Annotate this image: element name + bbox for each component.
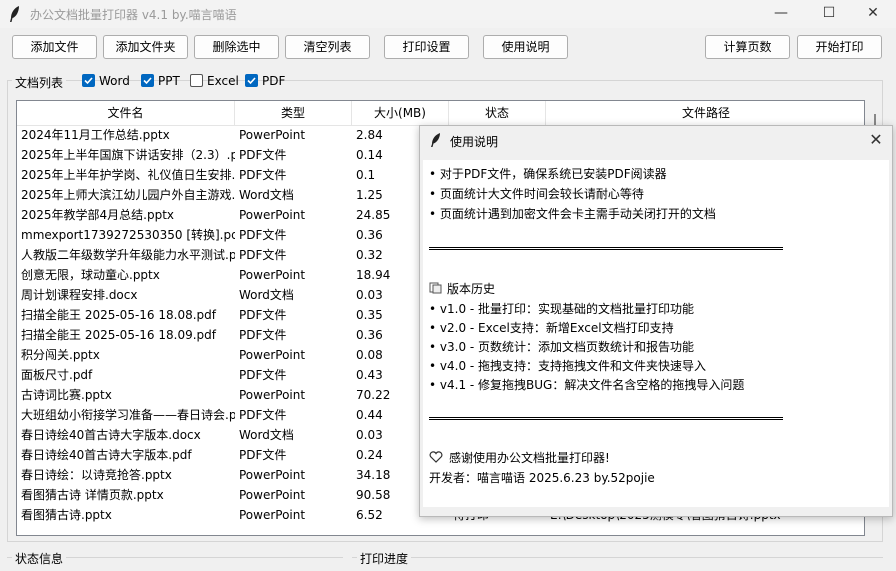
thanks-line: 感谢使用办公文档批量打印器! [429, 449, 610, 466]
cell-type: PowerPoint [239, 488, 306, 502]
cell-type: PDF文件 [239, 228, 287, 242]
checkmark-icon [143, 77, 152, 85]
cell-filename: 春日诗绘40首古诗大字版本.pdf [21, 448, 192, 462]
cell-filename: 大班组幼小衔接学习准备——春日诗会.pdf [21, 408, 235, 422]
excel-filter-label: Excel [207, 74, 239, 88]
column-header-path[interactable]: 文件路径 [546, 101, 864, 125]
start-print-button[interactable]: 开始打印 [797, 35, 882, 59]
history-line: • v2.0 - Excel支持：新增Excel文档打印支持 [429, 321, 674, 335]
cell-type: PDF文件 [239, 308, 287, 322]
checkmark-icon [247, 77, 256, 85]
cell-type: Word文档 [239, 188, 294, 202]
cell-type: PDF文件 [239, 328, 287, 342]
cell-type: PDF文件 [239, 368, 287, 382]
cell-filename: mmexport1739272530350 [转换].pdf [21, 228, 235, 242]
help-text-area: • 对于PDF文件，确保系统已安装PDF阅读器 • 页面统计大文件时间会较长请耐… [423, 160, 889, 507]
cell-filename: 2025年上半年国旗下讲话安排（2.3）.pdf [21, 148, 235, 162]
cell-type: Word文档 [239, 428, 294, 442]
word-checkbox[interactable] [82, 74, 95, 87]
cell-filename: 2025年教学部4月总结.pptx [21, 208, 175, 222]
cell-type: PowerPoint [239, 208, 306, 222]
print-settings-button[interactable]: 打印设置 [384, 35, 469, 59]
cell-filename: 扫描全能王 2025-05-16 18.08.pdf [21, 308, 216, 322]
cell-type: PDF文件 [239, 148, 287, 162]
excel-checkbox[interactable] [190, 74, 203, 87]
history-line: • v1.0 - 批量打印：实现基础的文档批量打印功能 [429, 302, 695, 316]
word-filter-label: Word [99, 74, 130, 88]
add-folder-button[interactable]: 添加文件夹 [103, 35, 188, 59]
cell-filename: 扫描全能王 2025-05-16 18.09.pdf [21, 328, 216, 342]
remove-selected-button[interactable]: 删除选中 [194, 35, 279, 59]
cell-filename: 人教版二年级数学升年级能力水平测试.pdf [21, 248, 235, 262]
cell-type: PDF文件 [239, 448, 287, 462]
cell-type: Word文档 [239, 288, 294, 302]
cell-filename: 面板尺寸.pdf [21, 368, 93, 382]
tip-line: • 页面统计大文件时间会较长请耐心等待 [429, 187, 644, 201]
ppt-filter-label: PPT [158, 74, 180, 88]
history-line: • v4.1 - 修复拖拽BUG：解决文件名含空格的拖拽导入问题 [429, 378, 745, 392]
cell-filename: 积分闯关.pptx [21, 348, 100, 362]
print-progress-label: 打印进度 [357, 550, 412, 567]
cell-filename: 周计划课程安排.docx [21, 288, 138, 302]
column-header-type[interactable]: 类型 [235, 101, 352, 125]
history-heading: 版本历史 [429, 280, 495, 297]
count-pages-button[interactable]: 计算页数 [705, 35, 790, 59]
cell-type: PowerPoint [239, 128, 306, 142]
close-button[interactable]: ✕ [850, 0, 896, 28]
scroll-icon [429, 282, 442, 294]
dialog-close-button[interactable]: ✕ [864, 128, 888, 152]
help-button[interactable]: 使用说明 [483, 35, 568, 59]
cell-type: PDF文件 [239, 408, 287, 422]
thanks-text: 感谢使用办公文档批量打印器! [449, 451, 610, 465]
cell-filename: 看图猜古诗.pptx [21, 508, 112, 522]
cell-filename: 看图猜古诗 详情页款.pptx [21, 488, 164, 502]
history-line: • v3.0 - 页数统计：添加文档页数统计和报告功能 [429, 340, 695, 354]
ppt-checkbox[interactable] [141, 74, 154, 87]
cell-type: PDF文件 [239, 168, 287, 182]
heart-hands-icon [429, 451, 443, 463]
cell-filename: 古诗词比赛.pptx [21, 388, 112, 402]
cell-filename: 2025年上半年护学岗、礼仪值日生安排.pdf [21, 168, 235, 182]
divider [429, 247, 783, 250]
history-title: 版本历史 [447, 282, 496, 296]
cell-filename: 2025年上师大滨江幼儿园户外自主游戏.docx [21, 188, 235, 202]
cell-type: PowerPoint [239, 348, 306, 362]
maximize-button[interactable]: ☐ [806, 0, 852, 28]
minimize-button[interactable]: — [758, 0, 804, 28]
column-header-size[interactable]: 大小(MB) [352, 101, 449, 125]
document-list-label: 文档列表 [12, 74, 67, 91]
tip-line: • 页面统计遇到加密文件会卡主需手动关闭打开的文档 [429, 207, 716, 221]
pdf-filter-label: PDF [262, 74, 286, 88]
cell-type: PowerPoint [239, 388, 306, 402]
tip-line: • 对于PDF文件，确保系统已安装PDF阅读器 [429, 167, 667, 181]
status-info-label: 状态信息 [12, 550, 67, 567]
table-header: 文件名 类型 大小(MB) 状态 文件路径 [17, 101, 864, 126]
help-dialog: 使用说明 ✕ • 对于PDF文件，确保系统已安装PDF阅读器 • 页面统计大文件… [419, 125, 893, 517]
column-header-status[interactable]: 状态 [449, 101, 546, 125]
window-title: 办公文档批量打印器 v4.1 by.喵言喵语 [30, 8, 237, 22]
cell-type: PowerPoint [239, 508, 306, 522]
dialog-title: 使用说明 [450, 135, 499, 149]
cell-type: PowerPoint [239, 268, 306, 282]
cell-filename: 创意无限，球动童心.pptx [21, 268, 160, 282]
cell-filename: 春日诗绘40首古诗大字版本.docx [21, 428, 201, 442]
cell-type: PowerPoint [239, 468, 306, 482]
feather-icon [10, 6, 19, 22]
pdf-checkbox[interactable] [245, 74, 258, 87]
feather-icon [431, 133, 440, 147]
cell-type: PDF文件 [239, 248, 287, 262]
title-bar: 办公文档批量打印器 v4.1 by.喵言喵语 — ☐ ✕ [0, 0, 896, 28]
developer-line: 开发者：喵言喵语 2025.6.23 by.52pojie [429, 471, 655, 485]
column-header-filename[interactable]: 文件名 [17, 101, 235, 125]
divider [429, 417, 783, 420]
cell-filename: 2024年11月工作总结.pptx [21, 128, 170, 142]
clear-list-button[interactable]: 清空列表 [285, 35, 370, 59]
checkmark-icon [84, 77, 93, 85]
history-line: • v4.0 - 拖拽支持：支持拖拽文件和文件夹快速导入 [429, 359, 707, 373]
cell-filename: 春日诗绘：以诗竞抢答.pptx [21, 468, 172, 482]
add-file-button[interactable]: 添加文件 [12, 35, 97, 59]
progress-frame-line [352, 557, 883, 558]
